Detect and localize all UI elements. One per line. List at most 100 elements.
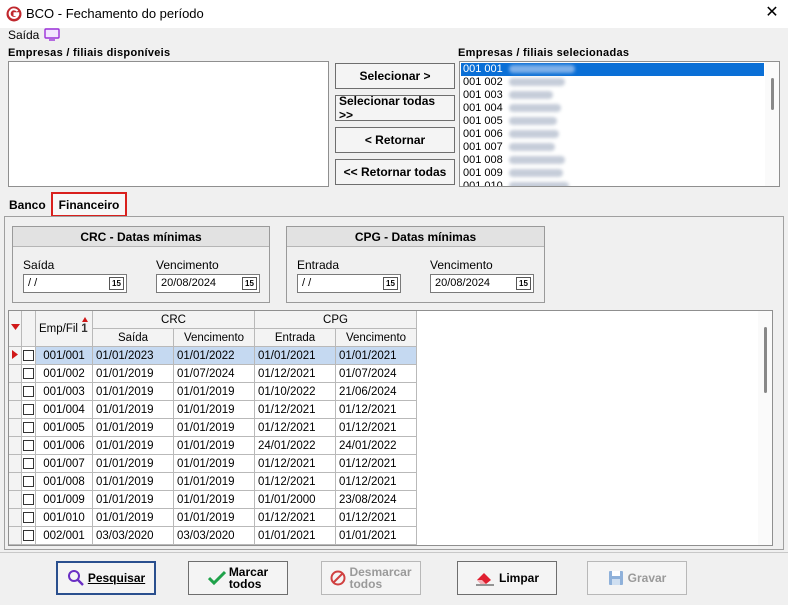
tab-financeiro[interactable]: Financeiro [51,192,127,217]
grid-cell[interactable]: 01/12/2021 [335,472,417,491]
grid-cell[interactable]: 01/01/2019 [92,472,174,491]
grid-cell[interactable]: 01/01/2019 [173,454,255,473]
available-list[interactable] [8,61,329,187]
row-checkbox[interactable] [23,403,34,415]
calendar-icon[interactable]: 15 [516,277,531,290]
grid-cell[interactable]: 001/002 [35,364,93,383]
table-row[interactable]: 001/004 01/01/2019 01/01/2019 01/12/2021 01/… [9,400,417,419]
menu-item-saida[interactable]: Saída [8,28,39,42]
table-row[interactable]: 002/001 03/03/2020 03/03/2020 01/01/2021 01/… [9,526,417,545]
grid-cell[interactable]: 01/01/2021 [254,346,336,365]
grid-cell[interactable]: 01/01/2000 [254,490,336,509]
grid-cell[interactable]: 01/01/2019 [92,508,174,527]
grid-scrollbar[interactable] [758,311,772,545]
cpg-vencimento-input[interactable]: 20/08/2024 15 [430,274,534,293]
grid-cell[interactable]: 01/01/2021 [254,526,336,545]
monitor-icon[interactable] [44,28,60,41]
row-checkbox[interactable] [23,457,34,469]
row-checkbox-cell[interactable] [21,472,36,491]
selected-list-item[interactable]: 001 006 [461,128,764,141]
grid-cell[interactable]: 01/07/2024 [173,364,255,383]
row-checkbox-cell[interactable] [21,508,36,527]
grid-cell[interactable]: 01/01/2019 [92,454,174,473]
row-checkbox-cell[interactable] [21,526,36,545]
row-checkbox-cell[interactable] [21,400,36,419]
row-checkbox[interactable] [23,529,34,541]
grid-cell[interactable]: 01/12/2021 [254,472,336,491]
table-row[interactable]: 001/006 01/01/2019 01/01/2019 24/01/2022 24/… [9,436,417,455]
selected-list-item[interactable]: 001 009 [461,167,764,180]
grid-cell[interactable]: 01/01/2019 [173,436,255,455]
selected-list-item[interactable]: 001 010 [461,180,764,186]
grid-cell[interactable]: 01/01/2019 [92,436,174,455]
table-row[interactable]: 001/008 01/01/2019 01/01/2019 01/12/2021 01/… [9,472,417,491]
grid-cell[interactable]: 001/009 [35,490,93,509]
calendar-icon[interactable]: 15 [383,277,398,290]
desmarcar-todos-button[interactable]: Desmarcar todos [321,561,421,595]
grid-cell[interactable]: 01/10/2022 [254,382,336,401]
cpg-entrada-input[interactable]: / / 15 [297,274,401,293]
grid-cell[interactable]: 01/01/2019 [92,400,174,419]
grid-cell[interactable]: 01/01/2022 [173,346,255,365]
table-row[interactable]: 001/009 01/01/2019 01/01/2019 01/01/2000 23/… [9,490,417,509]
selected-list-item[interactable]: 001 001 [461,63,764,76]
table-row[interactable]: 001/010 01/01/2019 01/01/2019 01/12/2021 01/… [9,508,417,527]
grid-cell[interactable]: 001/004 [35,400,93,419]
data-grid[interactable]: Emp/Fil 1 CRC CPG Saída Vencimento Entra… [8,310,773,546]
gravar-button[interactable]: Gravar [587,561,687,595]
grid-cell[interactable]: 001/001 [35,346,93,365]
selected-list-item[interactable]: 001 007 [461,141,764,154]
row-checkbox[interactable] [23,367,34,379]
col-cpg-entrada[interactable]: Entrada [254,328,336,347]
selected-list-item[interactable]: 001 002 [461,76,764,89]
col-crc-vencimento[interactable]: Vencimento [173,328,255,347]
row-checkbox[interactable] [23,421,34,433]
row-checkbox[interactable] [23,349,34,361]
selecionar-todas-button[interactable]: Selecionar todas >> [335,94,455,122]
grid-cell[interactable]: 001/005 [35,418,93,437]
grid-cell[interactable]: 001/003 [35,382,93,401]
grid-cell[interactable]: 21/06/2024 [335,382,417,401]
grid-cell[interactable]: 01/01/2019 [173,472,255,491]
close-button[interactable]: ✕ [762,3,782,23]
selected-list-item[interactable]: 001 005 [461,115,764,128]
grid-cell[interactable]: 01/12/2021 [254,400,336,419]
grid-cell[interactable]: 01/12/2021 [335,400,417,419]
crc-vencimento-input[interactable]: 20/08/2024 15 [156,274,260,293]
grid-cell[interactable]: 01/01/2021 [335,346,417,365]
grid-cell[interactable]: 01/01/2019 [173,490,255,509]
row-checkbox-cell[interactable] [21,418,36,437]
marcar-todos-button[interactable]: Marcar todos [188,561,288,595]
grid-cell[interactable]: 01/01/2019 [173,382,255,401]
grid-cell[interactable]: 01/07/2024 [335,364,417,383]
grid-cell[interactable]: 23/08/2024 [335,490,417,509]
table-row[interactable]: 001/003 01/01/2019 01/01/2019 01/10/2022 21/… [9,382,417,401]
col-crc-saida[interactable]: Saída [92,328,174,347]
grid-cell[interactable]: 001/007 [35,454,93,473]
grid-cell[interactable]: 01/01/2023 [92,346,174,365]
calendar-icon[interactable]: 15 [109,277,124,290]
selected-list-item[interactable]: 001 003 [461,89,764,102]
selected-list-scrollbar[interactable] [765,62,779,186]
table-row[interactable]: 001/001 01/01/2023 01/01/2022 01/01/2021 01/… [9,346,417,365]
calendar-icon[interactable]: 15 [242,277,257,290]
row-checkbox[interactable] [23,475,34,487]
row-checkbox[interactable] [23,385,34,397]
selected-list-item[interactable]: 001 008 [461,154,764,167]
grid-cell[interactable]: 01/01/2019 [173,400,255,419]
grid-check-header[interactable] [21,311,36,347]
grid-cell[interactable]: 01/12/2021 [335,508,417,527]
grid-cell[interactable]: 03/03/2020 [92,526,174,545]
grid-cell[interactable]: 01/12/2021 [254,418,336,437]
row-checkbox-cell[interactable] [21,382,36,401]
grid-cell[interactable]: 01/01/2019 [173,418,255,437]
grid-cell[interactable]: 01/01/2021 [335,526,417,545]
grid-cell[interactable]: 01/01/2019 [92,490,174,509]
grid-cell[interactable]: 24/01/2022 [335,436,417,455]
table-row[interactable]: 001/002 01/01/2019 01/07/2024 01/12/2021 01/… [9,364,417,383]
grid-cell[interactable]: 03/03/2020 [173,526,255,545]
col-cpg-vencimento[interactable]: Vencimento [335,328,417,347]
grid-cell[interactable]: 01/01/2019 [173,508,255,527]
grid-cell[interactable]: 01/12/2021 [254,508,336,527]
row-checkbox-cell[interactable] [21,490,36,509]
